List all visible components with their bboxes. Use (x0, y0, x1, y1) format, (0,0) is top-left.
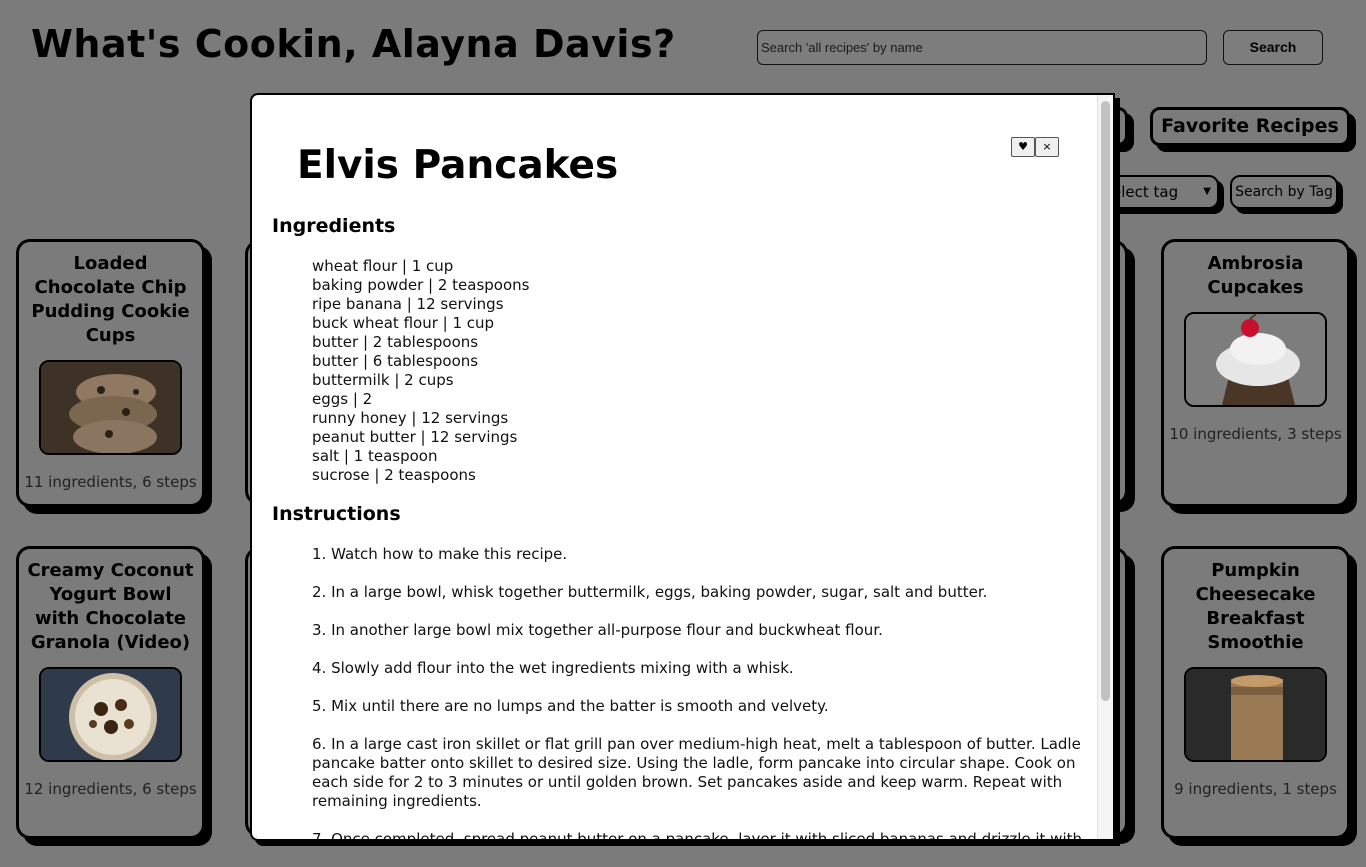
yogurt-bowl-photo[interactable] (39, 667, 182, 762)
instruction-list: 1. Watch how to make this recipe. 2. In … (312, 545, 1082, 839)
ingredient-item: sucrose | 2 teaspoons (312, 466, 476, 484)
recipe-card[interactable]: Creamy Coconut Yogurt Bowl with Chocolat… (16, 546, 205, 839)
ingredient-item: peanut butter | 12 servings (312, 428, 518, 446)
card-meta: 11 ingredients, 6 steps (24, 473, 197, 491)
tag-select-value: elect tag (1112, 183, 1179, 201)
modal-scrollbar[interactable] (1097, 95, 1113, 839)
ingredient-item: ripe banana | 12 servings (312, 295, 504, 313)
cookie-cups-photo[interactable] (39, 360, 182, 455)
card-title: Ambrosia Cupcakes (1207, 253, 1304, 298)
tag-select[interactable]: elect tag ▼ (1098, 175, 1219, 209)
ingredient-item: butter | 2 tablespoons (312, 333, 479, 351)
instruction-step: 6. In a large cast iron skillet or flat … (312, 735, 1081, 810)
heart-icon[interactable]: ♥ (1011, 137, 1035, 157)
card-title: Pumpkin Cheesecake Breakfast Smoothie (1195, 560, 1316, 653)
instruction-step: 1. Watch how to make this recipe. (312, 545, 568, 563)
recipe-title: Elvis Pancakes (297, 143, 619, 188)
ingredient-item: baking powder | 2 teaspoons (312, 276, 530, 294)
card-title: Creamy Coconut Yogurt Bowl with Chocolat… (27, 560, 194, 653)
card-meta: 12 ingredients, 6 steps (24, 780, 197, 798)
search-button[interactable]: Search (1223, 30, 1323, 65)
ingredients-heading: Ingredients (272, 215, 396, 237)
search-by-tag-button[interactable]: Search by Tag (1230, 175, 1338, 209)
ingredient-item: wheat flour | 1 cup (312, 257, 454, 275)
recipe-search-input[interactable] (757, 30, 1207, 65)
ingredient-item: salt | 1 teaspoon (312, 447, 438, 465)
recipe-card[interactable]: Pumpkin Cheesecake Breakfast Smoothie 9 … (1161, 546, 1350, 839)
ingredient-item: eggs | 2 (312, 390, 373, 408)
cupcake-photo[interactable] (1184, 312, 1327, 407)
card-meta: 9 ingredients, 1 steps (1174, 780, 1337, 798)
smoothie-photo[interactable] (1184, 667, 1327, 762)
ingredient-list: wheat flour | 1 cup baking powder | 2 te… (312, 257, 529, 485)
instructions-heading: Instructions (272, 503, 401, 525)
recipe-modal-content: Elvis Pancakes ♥ × Ingredients wheat flo… (252, 95, 1097, 839)
ingredient-item: buttermilk | 2 cups (312, 371, 454, 389)
card-meta: 10 ingredients, 3 steps (1169, 425, 1342, 443)
recipe-card[interactable]: Ambrosia Cupcakes 10 ingredients, 3 step… (1161, 239, 1350, 507)
ingredient-item: runny honey | 12 servings (312, 409, 509, 427)
close-icon[interactable]: × (1035, 137, 1059, 157)
recipe-card[interactable]: Loaded Chocolate Chip Pudding Cookie Cup… (16, 239, 205, 507)
instruction-step: 2. In a large bowl, whisk together butte… (312, 583, 988, 601)
ingredient-item: buck wheat flour | 1 cup (312, 314, 495, 332)
scrollbar-thumb[interactable] (1101, 101, 1110, 701)
app-title: What's Cookin, Alayna Davis? (31, 22, 676, 66)
card-title: Loaded Chocolate Chip Pudding Cookie Cup… (31, 253, 190, 346)
chevron-down-icon: ▼ (1203, 186, 1211, 197)
recipe-modal: Elvis Pancakes ♥ × Ingredients wheat flo… (250, 93, 1115, 841)
ingredient-item: butter | 6 tablespoons (312, 352, 479, 370)
instruction-step: 5. Mix until there are no lumps and the … (312, 697, 829, 715)
instruction-step: 3. In another large bowl mix together al… (312, 621, 883, 639)
instruction-step: 4. Slowly add flour into the wet ingredi… (312, 659, 794, 677)
favorite-recipes-button[interactable]: Favorite Recipes (1150, 107, 1350, 146)
instruction-step: 7. Once completed, spread peanut butter … (312, 830, 1083, 839)
